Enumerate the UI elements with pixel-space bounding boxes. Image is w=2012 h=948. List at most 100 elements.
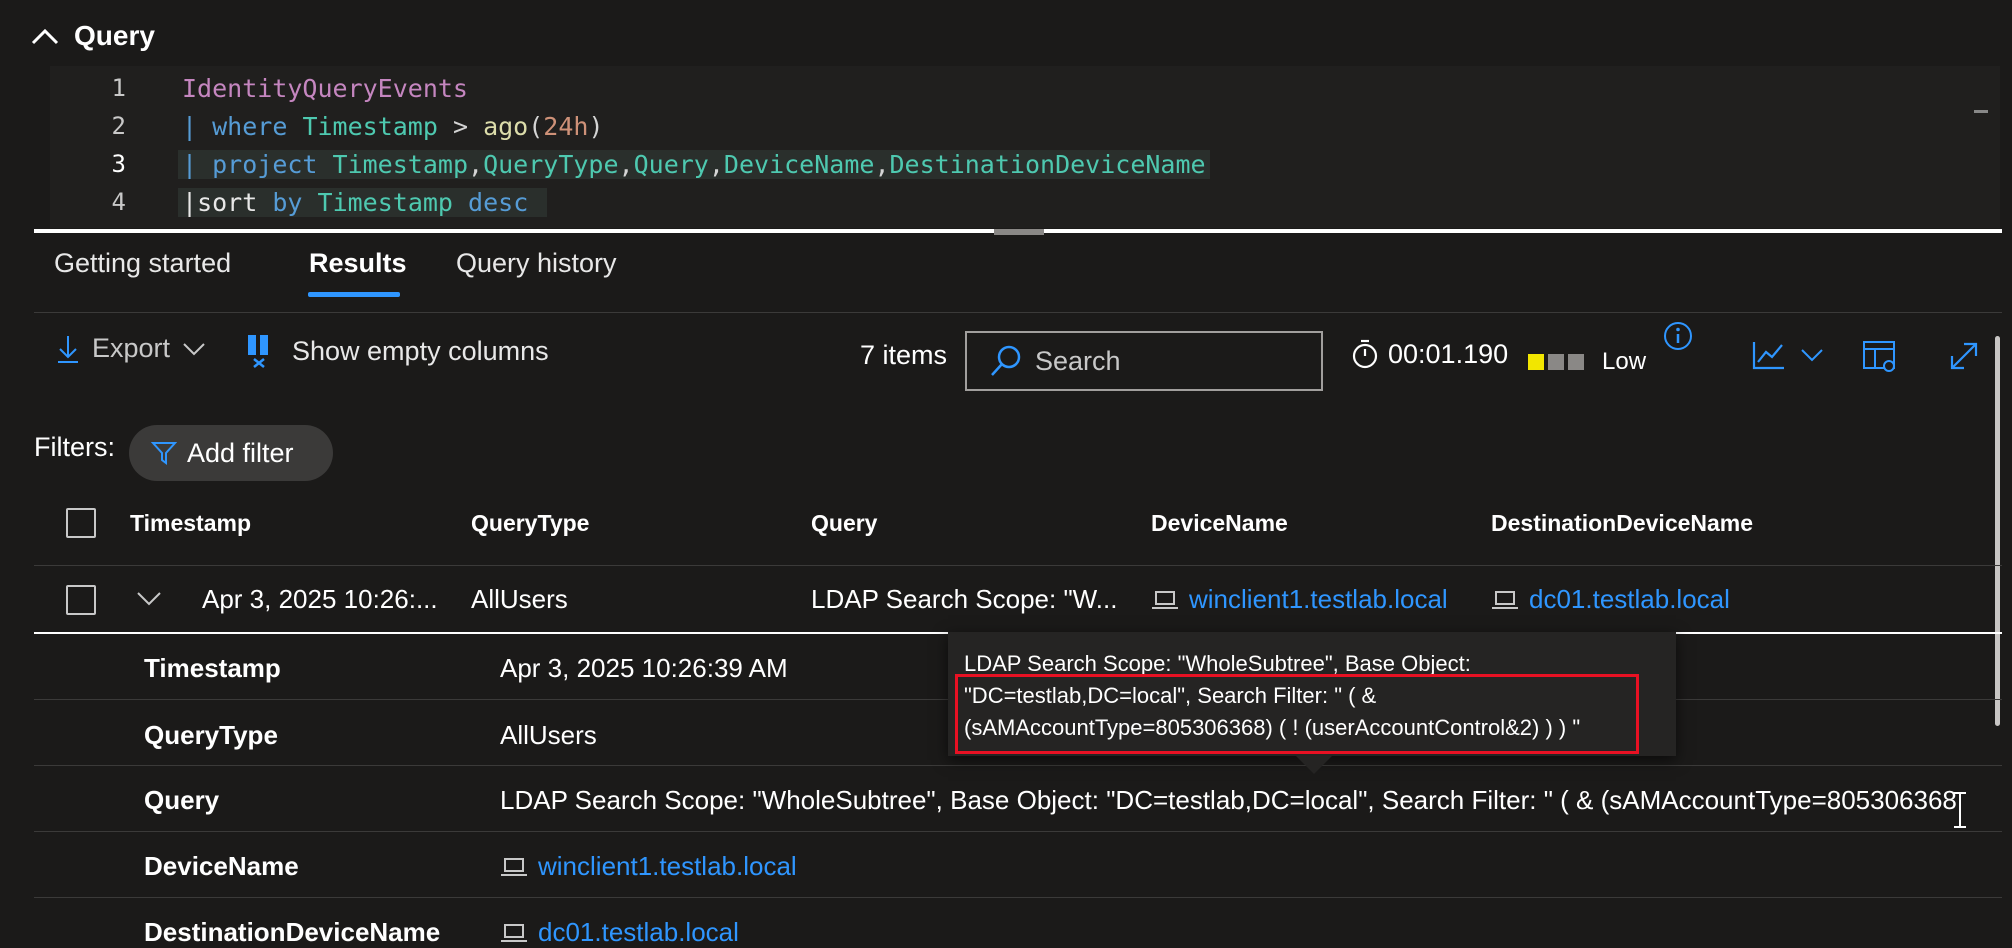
- info-icon[interactable]: [1662, 320, 1694, 352]
- detail-key-timestamp: Timestamp: [144, 653, 281, 683]
- columns-hidden-icon: [248, 335, 268, 368]
- filters-label: Filters:: [34, 432, 115, 462]
- laptop-icon: [501, 923, 527, 942]
- cell-querytype[interactable]: AllUsers: [471, 584, 568, 615]
- download-icon: [58, 335, 78, 363]
- text-cursor-icon: [1954, 792, 1966, 828]
- chevron-up-icon[interactable]: [30, 21, 60, 51]
- code-pipe: |: [182, 187, 198, 217]
- cell-query[interactable]: LDAP Search Scope: "W...: [811, 584, 1117, 615]
- detail-value-devicename[interactable]: winclient1.testlab.local: [500, 851, 797, 882]
- detail-value-query-clip: LDAP Search Scope: "WholeSubtree", Base …: [500, 785, 2000, 816]
- detail-value-destinationdevicename[interactable]: dc01.testlab.local: [500, 917, 739, 948]
- detail-value-timestamp[interactable]: Apr 3, 2025 10:26:39 AM: [500, 653, 788, 684]
- chevron-down-icon: [1801, 349, 1823, 362]
- row-checkbox[interactable]: [66, 585, 96, 615]
- code-comma: ,: [618, 149, 634, 179]
- laptop-icon: [1152, 590, 1178, 609]
- chevron-down-icon[interactable]: [136, 590, 162, 608]
- tooltip-arrow: [1296, 756, 1332, 774]
- detail-key-querytype: QueryType: [144, 720, 278, 750]
- line-number: 4: [111, 188, 126, 216]
- tab-results[interactable]: Results: [309, 248, 407, 279]
- filter-icon: [151, 442, 177, 465]
- editor-minimap-marker: [1974, 110, 1988, 113]
- line-number: 1: [111, 74, 126, 102]
- column-header-querytype[interactable]: QueryType: [471, 510, 589, 537]
- code-field: DeviceName: [723, 149, 875, 179]
- customize-columns-icon[interactable]: [1862, 340, 1898, 374]
- detail-divider: [34, 897, 2002, 898]
- editor-line-4[interactable]: 4 |sort by Timestamp desc: [50, 183, 548, 221]
- editor-line-1[interactable]: 1 IdentityQueryEvents: [50, 69, 468, 107]
- detail-key-destinationdevicename: DestinationDeviceName: [144, 917, 441, 947]
- code-paren: ): [588, 111, 604, 141]
- items-count: 7 items: [860, 340, 948, 370]
- column-header-destinationdevicename[interactable]: DestinationDeviceName: [1491, 510, 1753, 537]
- show-empty-columns-label: Show empty columns: [292, 335, 549, 366]
- cell-timestamp[interactable]: Apr 3, 2025 10:26:...: [202, 584, 438, 615]
- laptop-icon: [1492, 590, 1518, 609]
- search-icon: [991, 345, 1021, 376]
- detail-value-query[interactable]: LDAP Search Scope: "WholeSubtree", Base …: [500, 785, 1957, 815]
- detail-key-devicename: DeviceName: [144, 851, 299, 881]
- expand-icon[interactable]: [1948, 340, 1980, 372]
- chevron-down-icon: [183, 342, 205, 355]
- header-divider: [34, 565, 2002, 566]
- detail-divider: [34, 831, 2002, 832]
- column-header-devicename[interactable]: DeviceName: [1151, 510, 1288, 537]
- destination-device-link[interactable]: dc01.testlab.local: [538, 917, 739, 948]
- code-keyword: project: [212, 149, 318, 179]
- code-keyword: by: [272, 187, 303, 217]
- tab-query-history[interactable]: Query history: [456, 248, 617, 279]
- code-operator: >: [437, 111, 484, 141]
- usage-label: Low: [1602, 348, 1647, 375]
- destination-device-link[interactable]: dc01.testlab.local: [1529, 584, 1730, 615]
- usage-bar-segment: [1548, 354, 1564, 370]
- duration-value: 00:01.190: [1388, 338, 1509, 369]
- code-pipe: |: [182, 111, 213, 141]
- code-field: Query: [633, 149, 709, 179]
- search-placeholder: Search: [1035, 345, 1121, 376]
- code-keyword: sort: [197, 187, 258, 217]
- detail-divider: [34, 765, 2002, 766]
- annotation-highlight-box: [955, 674, 1639, 754]
- select-all-checkbox[interactable]: [66, 508, 96, 538]
- tab-getting-started[interactable]: Getting started: [54, 248, 231, 279]
- stopwatch-icon: [1352, 339, 1378, 369]
- usage-bar-segment: [1568, 354, 1584, 370]
- splitter-handle[interactable]: [994, 229, 1044, 235]
- code-field: Timestamp: [332, 149, 468, 179]
- search-input[interactable]: Search: [965, 331, 1323, 391]
- line-number: 3: [111, 150, 126, 178]
- vertical-scrollbar[interactable]: [1995, 336, 2000, 726]
- add-filter-button[interactable]: Add filter: [129, 425, 333, 481]
- export-button[interactable]: Export: [56, 333, 206, 364]
- detail-value-querytype[interactable]: AllUsers: [500, 720, 597, 751]
- code-comma: ,: [468, 149, 484, 179]
- laptop-icon: [501, 857, 527, 876]
- query-section-title: Query: [74, 20, 155, 51]
- add-filter-label: Add filter: [187, 437, 294, 468]
- query-section-header[interactable]: Query: [30, 14, 155, 58]
- cell-devicename[interactable]: winclient1.testlab.local: [1151, 584, 1448, 615]
- show-empty-columns-button[interactable]: Show empty columns: [244, 333, 549, 369]
- code-comma: ,: [874, 149, 890, 179]
- chart-type-button[interactable]: [1752, 340, 1824, 370]
- cell-destinationdevicename[interactable]: dc01.testlab.local: [1491, 584, 1730, 615]
- code-table-name: IdentityQueryEvents: [182, 73, 468, 103]
- code-number: 24h: [543, 111, 589, 141]
- device-link[interactable]: winclient1.testlab.local: [1189, 584, 1448, 615]
- code-pipe: |: [182, 149, 213, 179]
- code-comma: ,: [708, 149, 724, 179]
- code-field: QueryType: [483, 149, 619, 179]
- tabs-divider: [34, 312, 2002, 313]
- column-header-timestamp[interactable]: Timestamp: [130, 510, 251, 537]
- editor-line-2[interactable]: 2 | where Timestamp > ago(24h): [50, 107, 604, 145]
- device-link[interactable]: winclient1.testlab.local: [538, 851, 797, 882]
- query-editor[interactable]: 1 IdentityQueryEvents 2 | where Timestam…: [50, 66, 2000, 228]
- detail-key-query: Query: [144, 785, 220, 815]
- editor-line-3[interactable]: 3 | project Timestamp,QueryType,Query,De…: [50, 145, 1210, 183]
- column-header-query[interactable]: Query: [811, 510, 877, 537]
- export-label: Export: [92, 333, 171, 363]
